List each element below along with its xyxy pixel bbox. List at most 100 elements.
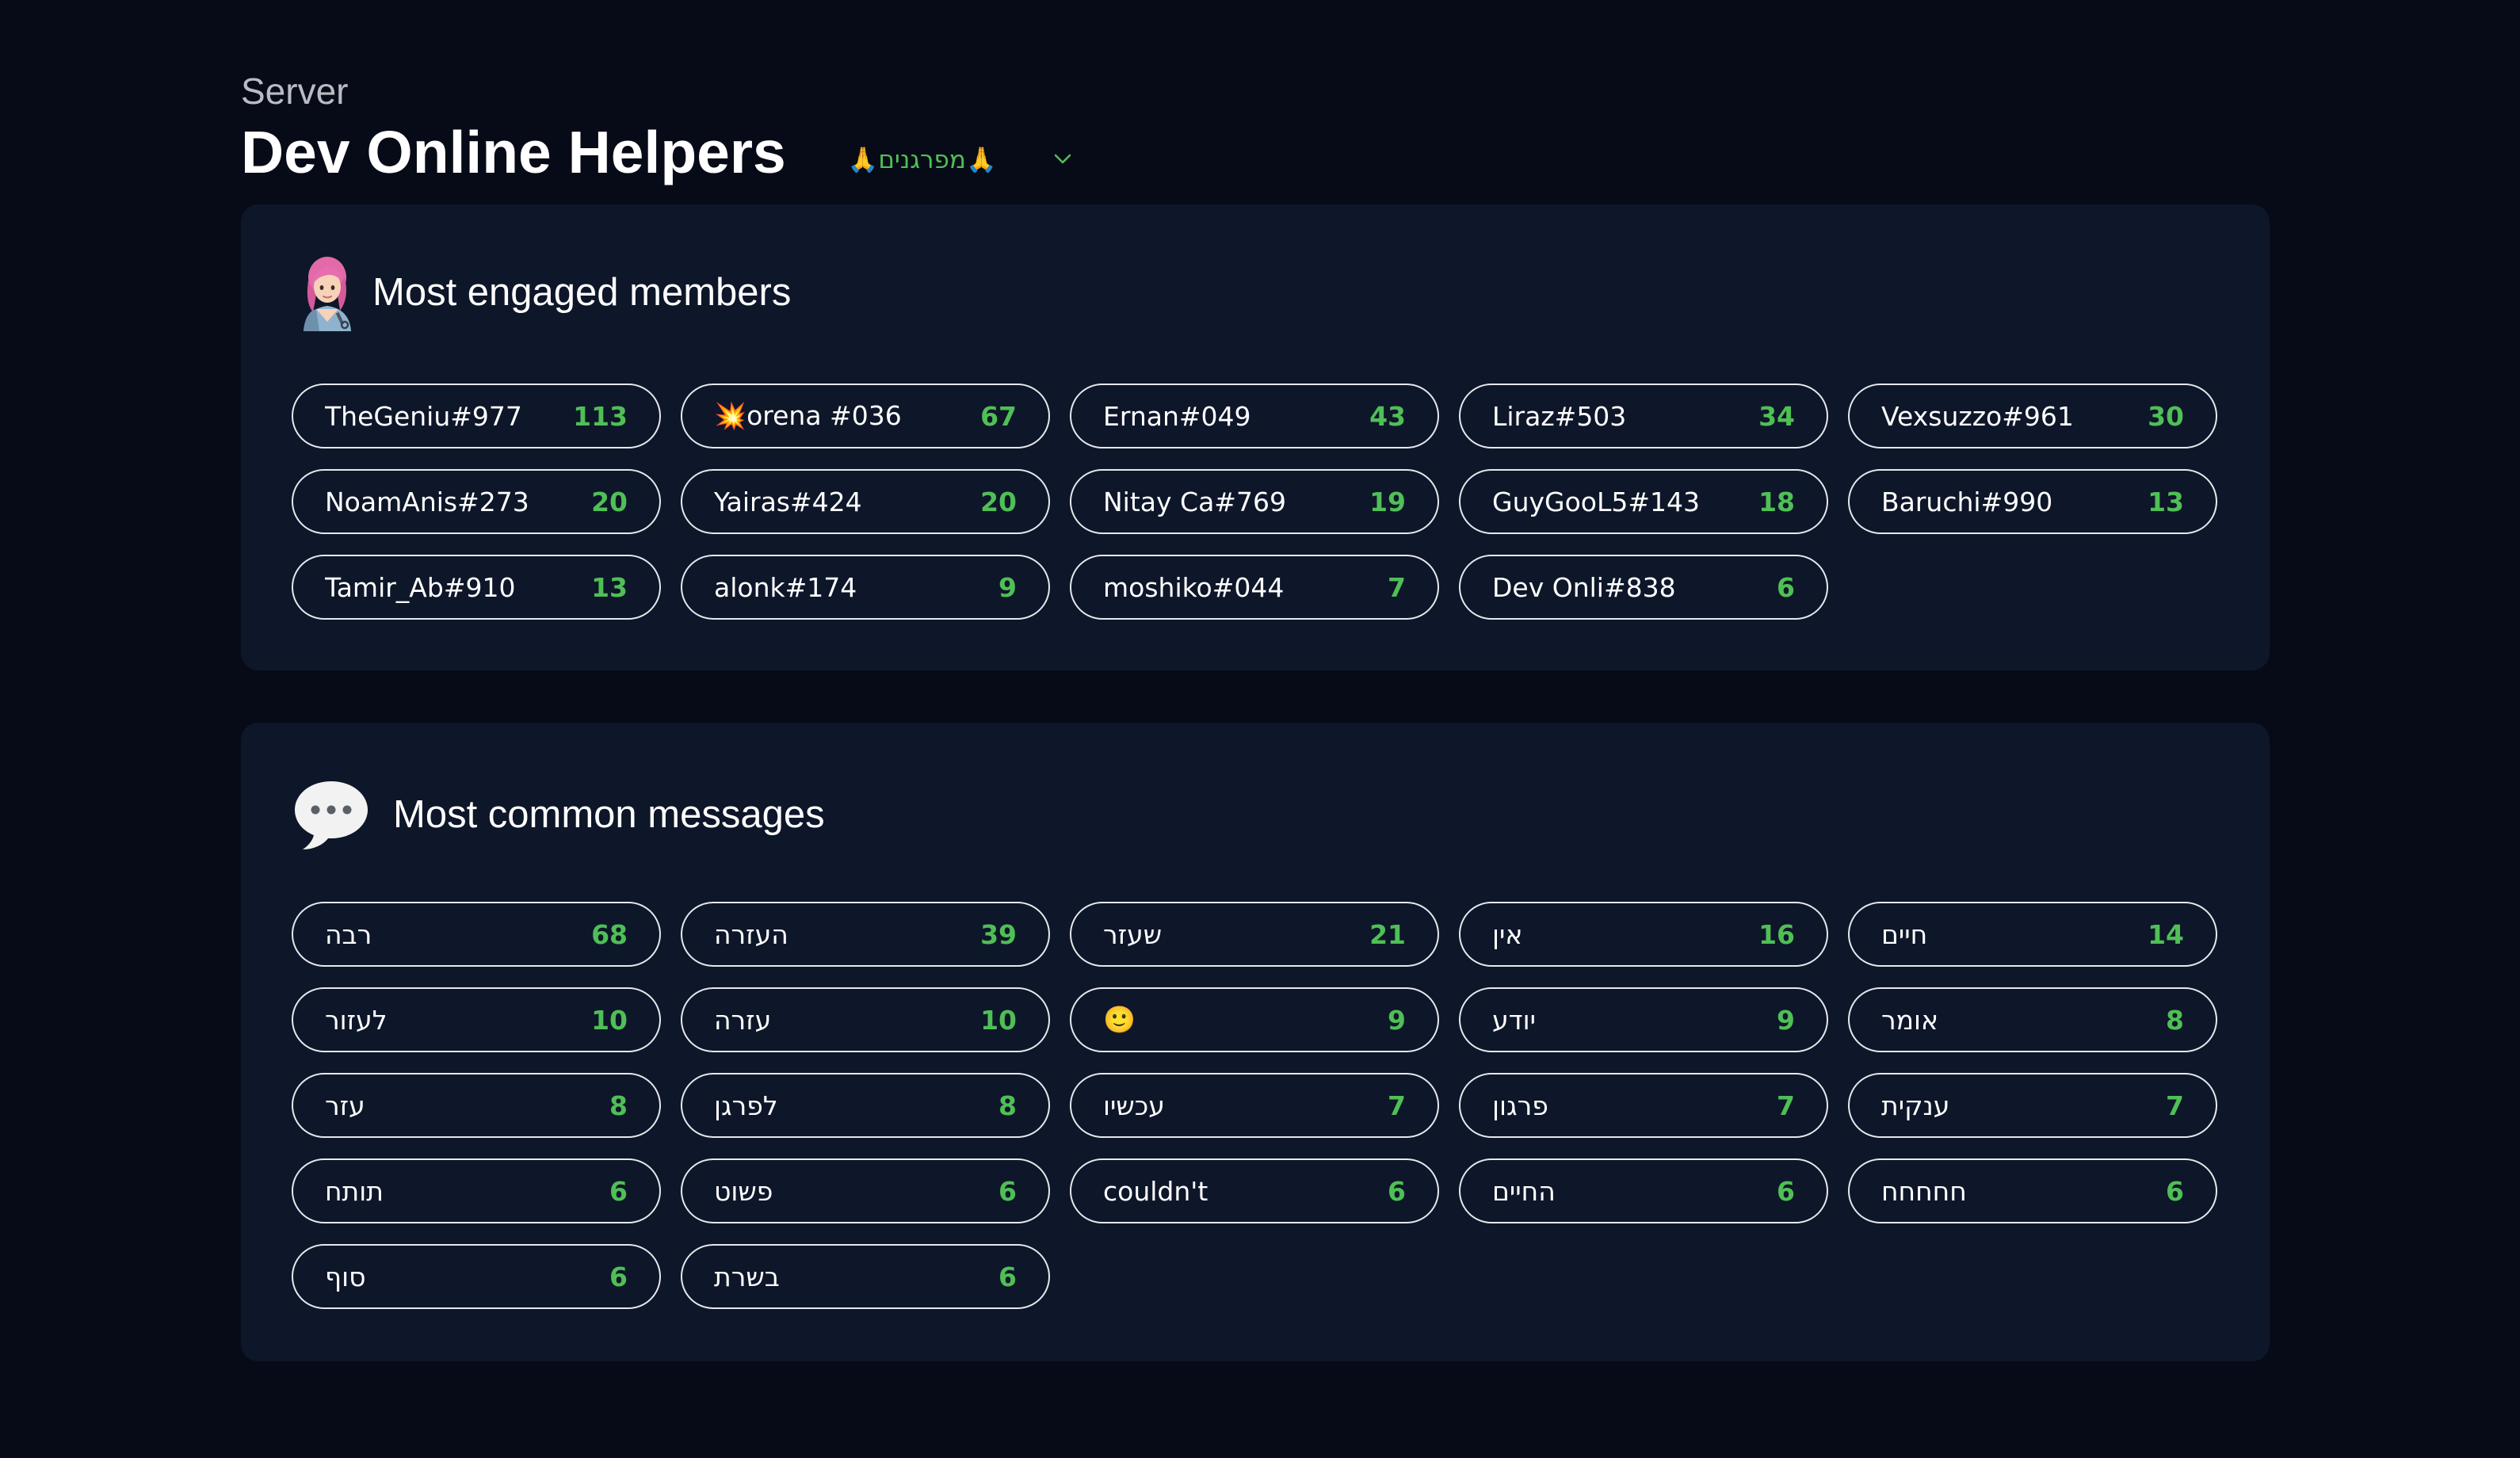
member-pill[interactable]: Nitay Ca#769 19 — [1070, 469, 1439, 534]
member-pill[interactable]: 💥orena #036 67 — [681, 384, 1050, 448]
message-pill[interactable]: עכשיו 7 — [1070, 1073, 1439, 1138]
message-text: חיים — [1881, 918, 1928, 950]
common-messages-header: Most common messages — [292, 772, 825, 857]
message-count: 14 — [2148, 918, 2184, 950]
member-pill[interactable]: moshiko#044 7 — [1070, 555, 1439, 620]
common-messages-list: רבה 68 העזרה 39 שעזר 21 אין 16 חיים 14 לעזור 1… — [292, 902, 2217, 1309]
common-messages-title: Most common messages — [393, 793, 825, 836]
message-text: ענקית — [1881, 1090, 1950, 1121]
message-text: תותח — [325, 1175, 384, 1207]
message-text: לעזור — [325, 1004, 388, 1036]
message-count: 7 — [1388, 1090, 1406, 1121]
common-messages-panel: Most common messages רבה 68 העזרה 39 שעזר 2… — [241, 723, 2270, 1361]
message-pill[interactable]: לעזור 10 — [292, 987, 661, 1052]
member-pill[interactable]: Tamir_Ab#910 13 — [292, 555, 661, 620]
message-text: שעזר — [1103, 918, 1163, 950]
title-row: Dev Online Helpers 🙏מפרגנים🙏 — [241, 114, 2270, 190]
message-count: 8 — [998, 1090, 1017, 1121]
message-count: 9 — [1777, 1004, 1795, 1036]
message-count: 6 — [998, 1261, 1017, 1292]
message-count: 7 — [2166, 1090, 2184, 1121]
message-count: 21 — [1369, 918, 1406, 950]
member-pill[interactable]: Ernan#049 43 — [1070, 384, 1439, 448]
member-name: Nitay Ca#769 — [1103, 486, 1286, 517]
member-name: moshiko#044 — [1103, 571, 1285, 603]
message-pill[interactable]: חיים 14 — [1848, 902, 2217, 967]
message-text: לפרגן — [714, 1090, 778, 1121]
member-pill[interactable]: Yairas#424 20 — [681, 469, 1050, 534]
member-pill[interactable]: TheGeniu#977 113 — [292, 384, 661, 448]
engaged-members-panel: Most engaged members TheGeniu#977 113 💥or… — [241, 204, 2270, 670]
message-pill[interactable]: פרגון 7 — [1459, 1073, 1828, 1138]
member-count: 34 — [1758, 400, 1795, 432]
message-text: couldn't — [1103, 1175, 1208, 1207]
message-pill[interactable]: יודע 9 — [1459, 987, 1828, 1052]
message-pill[interactable]: שעזר 21 — [1070, 902, 1439, 967]
member-count: 13 — [2148, 486, 2184, 517]
message-text: פשוט — [714, 1175, 773, 1207]
message-text: 🙂 — [1103, 1004, 1136, 1035]
page-header: Server Dev Online Helpers 🙏מפרגנים🙏 — [241, 68, 2270, 190]
member-count: 43 — [1369, 400, 1406, 432]
message-text: עכשיו — [1103, 1090, 1165, 1121]
chevron-down-icon[interactable] — [1049, 146, 1076, 173]
message-text: רבה — [325, 918, 372, 950]
message-pill[interactable]: רבה 68 — [292, 902, 661, 967]
member-pill[interactable]: GuyGooL5#143 18 — [1459, 469, 1828, 534]
member-pill[interactable]: Vexsuzzo#961 30 — [1848, 384, 2217, 448]
member-name: Baruchi#990 — [1881, 486, 2053, 517]
engaged-members-title: Most engaged members — [372, 271, 792, 314]
member-pill[interactable]: NoamAnis#273 20 — [292, 469, 661, 534]
message-count: 9 — [1388, 1004, 1406, 1036]
member-count: 9 — [998, 571, 1017, 603]
page-title: Dev Online Helpers — [241, 119, 786, 185]
message-count: 6 — [1777, 1175, 1795, 1207]
message-pill[interactable]: חחחחח 6 — [1848, 1158, 2217, 1223]
message-count: 10 — [980, 1004, 1017, 1036]
member-count: 20 — [591, 486, 628, 517]
member-count: 7 — [1388, 571, 1406, 603]
member-pill[interactable]: Liraz#503 34 — [1459, 384, 1828, 448]
message-pill[interactable]: בשרת 6 — [681, 1244, 1050, 1309]
channel-selector[interactable]: 🙏מפרגנים🙏 — [848, 139, 1076, 180]
member-pill[interactable]: Baruchi#990 13 — [1848, 469, 2217, 534]
message-pill[interactable]: העזרה 39 — [681, 902, 1050, 967]
message-text: בשרת — [714, 1261, 780, 1292]
member-pill[interactable]: Dev Onli#838 6 — [1459, 555, 1828, 620]
message-count: 10 — [591, 1004, 628, 1036]
message-pill[interactable]: סוף 6 — [292, 1244, 661, 1309]
message-pill[interactable]: תותח 6 — [292, 1158, 661, 1223]
engaged-members-list: TheGeniu#977 113 💥orena #036 67 Ernan#049 4… — [292, 384, 2217, 620]
message-pill[interactable]: לפרגן 8 — [681, 1073, 1050, 1138]
member-name: 💥orena #036 — [714, 400, 902, 431]
message-text: פרגון — [1492, 1090, 1548, 1121]
member-count: 67 — [980, 400, 1017, 432]
stats-page: Server Dev Online Helpers 🙏מפרגנים🙏 Most… — [0, 0, 2520, 1458]
message-count: 16 — [1758, 918, 1795, 950]
message-pill[interactable]: פשוט 6 — [681, 1158, 1050, 1223]
message-pill[interactable]: אומר 8 — [1848, 987, 2217, 1052]
member-count: 19 — [1369, 486, 1406, 517]
member-count: 20 — [980, 486, 1017, 517]
member-name: Tamir_Ab#910 — [325, 571, 516, 603]
message-pill[interactable]: couldn't 6 — [1070, 1158, 1439, 1223]
member-pill[interactable]: alonk#174 9 — [681, 555, 1050, 620]
member-name: Dev Onli#838 — [1492, 571, 1676, 603]
message-pill[interactable]: החיים 6 — [1459, 1158, 1828, 1223]
message-pill[interactable]: 🙂 9 — [1070, 987, 1439, 1052]
message-pill[interactable]: עזרה 10 — [681, 987, 1050, 1052]
member-name: TheGeniu#977 — [325, 400, 522, 432]
message-count: 7 — [1777, 1090, 1795, 1121]
message-count: 6 — [609, 1261, 628, 1292]
member-count: 30 — [2148, 400, 2184, 432]
message-text: עזרה — [714, 1004, 772, 1036]
member-count: 18 — [1758, 486, 1795, 517]
message-pill[interactable]: אין 16 — [1459, 902, 1828, 967]
member-name: GuyGooL5#143 — [1492, 486, 1700, 517]
member-name: alonk#174 — [714, 571, 857, 603]
message-count: 6 — [2166, 1175, 2184, 1207]
message-text: עזר — [325, 1090, 365, 1121]
message-pill[interactable]: ענקית 7 — [1848, 1073, 2217, 1138]
message-pill[interactable]: עזר 8 — [292, 1073, 661, 1138]
message-count: 6 — [1388, 1175, 1406, 1207]
